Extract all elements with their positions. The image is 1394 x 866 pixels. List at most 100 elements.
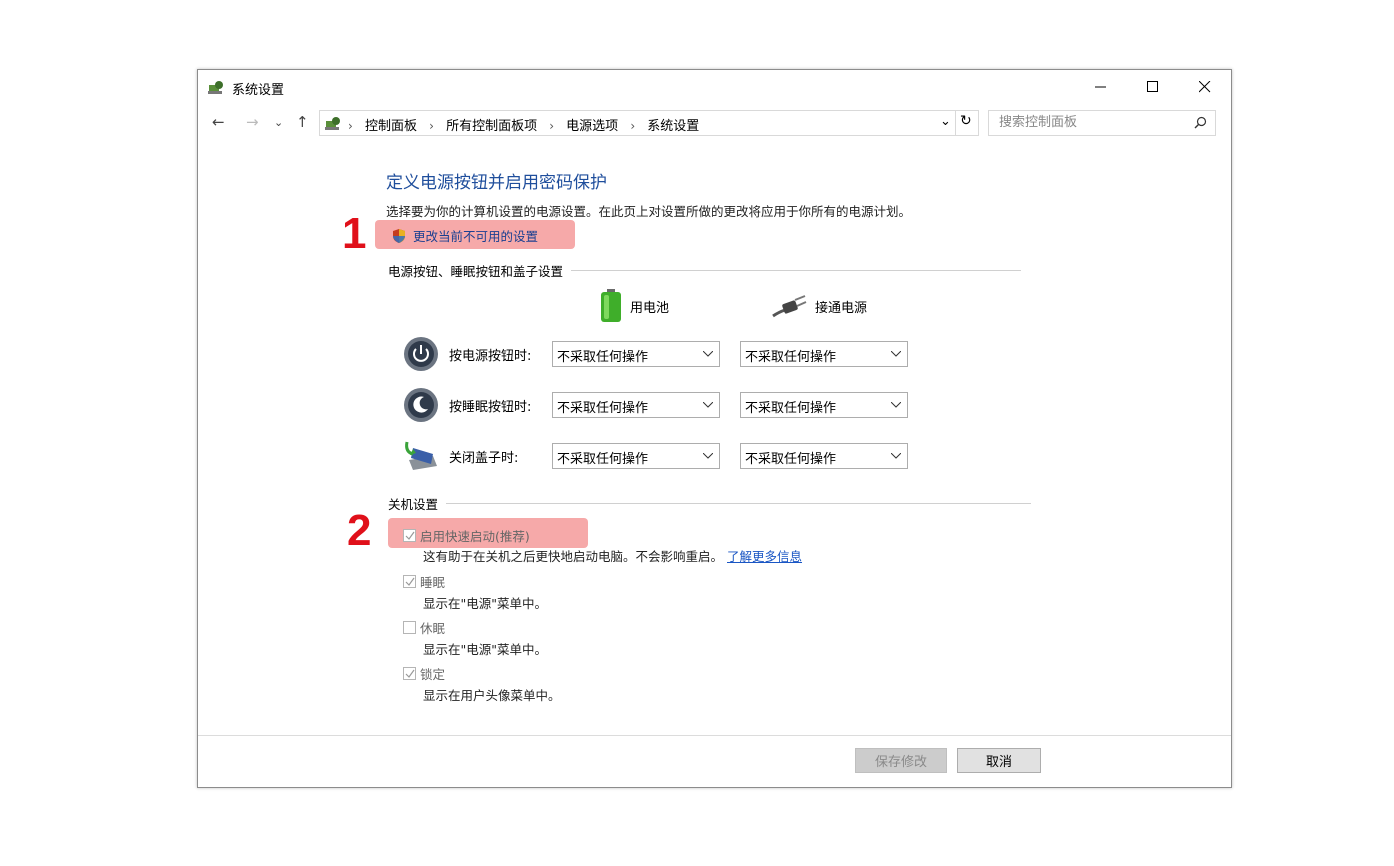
- chevron-down-icon: [891, 453, 901, 459]
- annotation-marker-1: 1: [342, 209, 367, 258]
- sleep-button-label: 按睡眠按钮时:: [449, 400, 532, 415]
- breadcrumb-power-options[interactable]: 电源选项: [566, 119, 618, 134]
- breadcrumb-separator-icon: ›: [348, 119, 353, 133]
- chevron-down-icon: [703, 351, 713, 357]
- breadcrumb-separator-icon: ›: [429, 119, 434, 133]
- section-power-buttons: 电源按钮、睡眠按钮和盖子设置: [388, 261, 1022, 280]
- select-value: 不采取任何操作: [745, 401, 837, 416]
- breadcrumb-control-panel[interactable]: 控制面板: [365, 119, 417, 134]
- checkmark-icon: [405, 531, 414, 540]
- power-options-app-icon: [208, 81, 223, 94]
- cancel-button[interactable]: 取消: [957, 748, 1041, 773]
- change-unavailable-settings-link[interactable]: 更改当前不可用的设置: [391, 226, 538, 245]
- fast-startup-label: 启用快速启动(推荐): [420, 529, 530, 544]
- sleep-label: 睡眠: [420, 575, 446, 590]
- close-icon: [1199, 81, 1211, 93]
- search-input[interactable]: [997, 114, 1181, 131]
- address-divider: [955, 111, 956, 135]
- up-arrow-icon[interactable]: ↑: [296, 113, 309, 131]
- uac-shield-icon: [393, 228, 405, 243]
- breadcrumb-all-items[interactable]: 所有控制面板项: [446, 119, 537, 134]
- select-value: 不采取任何操作: [557, 401, 649, 416]
- column-header-plugged-in: 接通电源: [771, 294, 867, 318]
- address-dropdown-chevron-icon[interactable]: ⌄: [940, 114, 951, 129]
- power-button-icon: [404, 337, 438, 371]
- select-value: 不采取任何操作: [745, 452, 837, 467]
- maximize-button[interactable]: [1127, 70, 1179, 104]
- fast-startup-checkbox[interactable]: 启用快速启动(推荐): [403, 526, 530, 545]
- checkbox-box[interactable]: [403, 667, 416, 680]
- section-title-power-buttons: 电源按钮、睡眠按钮和盖子设置: [388, 264, 564, 279]
- lock-checkbox[interactable]: 锁定: [403, 664, 445, 683]
- window-title: 系统设置: [232, 83, 285, 98]
- power-plug-icon: [772, 295, 807, 318]
- chevron-down-icon: [703, 402, 713, 408]
- checkbox-box[interactable]: [403, 575, 416, 588]
- breadcrumb-separator-icon: ›: [630, 119, 636, 133]
- power-button-battery-select[interactable]: 不采取任何操作: [552, 341, 720, 367]
- learn-more-link[interactable]: 了解更多信息: [727, 549, 802, 564]
- fast-startup-description: 这有助于在关机之后更快地启动电脑。不会影响重启。 了解更多信息: [423, 546, 802, 565]
- hibernate-checkbox[interactable]: 休眠: [403, 618, 445, 637]
- page-title: 定义电源按钮并启用密码保护: [386, 173, 607, 193]
- control-panel-icon: [325, 117, 340, 130]
- maximize-icon: [1147, 81, 1158, 92]
- checkbox-box[interactable]: [403, 529, 416, 542]
- minimize-icon: [1095, 86, 1106, 88]
- save-changes-button[interactable]: 保存修改: [855, 748, 947, 773]
- lid-close-label: 关闭盖子时:: [449, 451, 519, 466]
- lock-description: 显示在用户头像菜单中。: [423, 688, 561, 703]
- section-title-shutdown: 关机设置: [388, 497, 439, 512]
- back-arrow-icon[interactable]: ←: [212, 113, 225, 131]
- close-button[interactable]: [1179, 70, 1231, 104]
- laptop-lid-icon: [405, 441, 437, 470]
- section-divider: [446, 503, 1032, 504]
- navigation-bar: ← → ⌄ ↑ › 控制面板 › 所有控制面板项 › 电源选项 › 系统设置 ⌄…: [198, 108, 1231, 138]
- lid-close-row: 关闭盖子时: 不采取任何操作 不采取任何操作: [403, 436, 923, 476]
- refresh-icon[interactable]: ↻: [960, 113, 972, 129]
- lock-label: 锁定: [420, 667, 446, 682]
- section-divider: [571, 270, 1022, 271]
- select-value: 不采取任何操作: [557, 350, 649, 365]
- battery-icon: [601, 289, 621, 322]
- section-shutdown: 关机设置: [388, 494, 1032, 513]
- address-bar[interactable]: › 控制面板 › 所有控制面板项 › 电源选项 › 系统设置 ⌄ ↻: [319, 110, 979, 136]
- sleep-button-plugged-select[interactable]: 不采取任何操作: [740, 392, 908, 418]
- system-settings-window: 系统设置 ← → ⌄ ↑ › 控制面板 › 所有控制面板项 › 电源选项 › 系…: [197, 69, 1232, 788]
- sleep-button-battery-select[interactable]: 不采取任何操作: [552, 392, 720, 418]
- sleep-button-icon: [404, 388, 438, 422]
- minimize-button[interactable]: [1075, 70, 1127, 104]
- lid-close-plugged-select[interactable]: 不采取任何操作: [740, 443, 908, 469]
- column-header-battery: 用电池: [600, 289, 669, 323]
- search-icon[interactable]: [1194, 116, 1207, 129]
- sleep-description: 显示在"电源"菜单中。: [423, 596, 547, 611]
- recent-locations-chevron-icon[interactable]: ⌄: [274, 116, 283, 129]
- sleep-checkbox[interactable]: 睡眠: [403, 572, 445, 591]
- breadcrumb-separator-icon: ›: [549, 119, 555, 133]
- lid-close-battery-select[interactable]: 不采取任何操作: [552, 443, 720, 469]
- annotation-marker-2: 2: [347, 506, 372, 555]
- power-button-label: 按电源按钮时:: [449, 349, 532, 364]
- checkmark-icon: [405, 577, 414, 586]
- footer-divider: [198, 735, 1231, 736]
- fast-startup-desc-text: 这有助于在关机之后更快地启动电脑。不会影响重启。: [423, 549, 724, 564]
- breadcrumb: › 控制面板 › 所有控制面板项 › 电源选项 › 系统设置: [348, 115, 699, 134]
- checkbox-box[interactable]: [403, 621, 416, 634]
- title-bar: 系统设置: [198, 70, 1231, 104]
- hibernate-description: 显示在"电源"菜单中。: [423, 642, 547, 657]
- power-button-plugged-select[interactable]: 不采取任何操作: [740, 341, 908, 367]
- select-value: 不采取任何操作: [557, 452, 649, 467]
- change-unavailable-settings-label[interactable]: 更改当前不可用的设置: [413, 226, 538, 245]
- chevron-down-icon: [891, 402, 901, 408]
- column-label-battery: 用电池: [630, 300, 670, 316]
- checkmark-icon: [405, 669, 414, 678]
- hibernate-label: 休眠: [420, 621, 446, 636]
- search-box[interactable]: [988, 110, 1216, 136]
- page-description: 选择要为你的计算机设置的电源设置。在此页上对设置所做的更改将应用于你所有的电源计…: [386, 204, 912, 219]
- chevron-down-icon: [703, 453, 713, 459]
- forward-arrow-icon[interactable]: →: [246, 113, 259, 131]
- sleep-button-row: 按睡眠按钮时: 不采取任何操作 不采取任何操作: [403, 385, 923, 425]
- power-button-row: 按电源按钮时: 不采取任何操作 不采取任何操作: [403, 334, 923, 374]
- select-value: 不采取任何操作: [745, 350, 837, 365]
- breadcrumb-system-settings[interactable]: 系统设置: [647, 119, 699, 134]
